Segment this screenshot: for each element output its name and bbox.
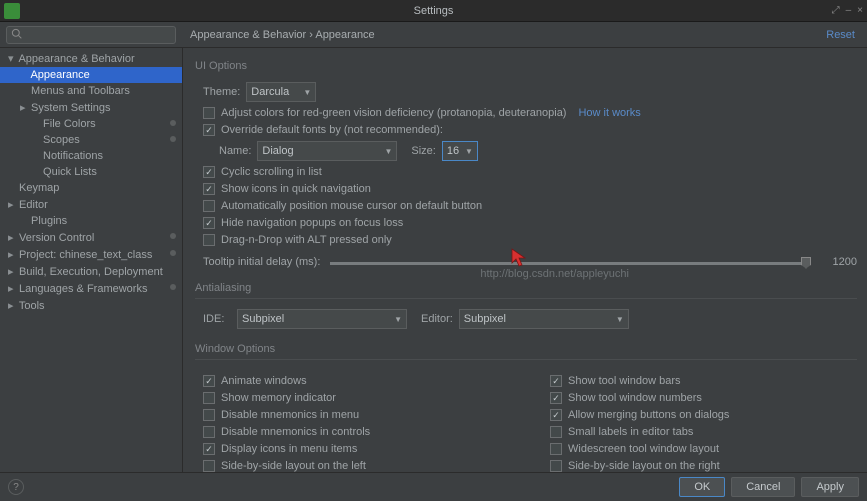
checkbox[interactable] [550, 392, 562, 404]
chevron-down-icon: ▼ [394, 315, 402, 324]
tree-item[interactable]: ▸ Version Control [0, 229, 182, 246]
tree-item[interactable]: File Colors [0, 116, 182, 132]
checkbox[interactable] [203, 392, 215, 404]
checkbox[interactable] [550, 460, 562, 472]
aa-ide-select[interactable]: Subpixel▼ [237, 309, 407, 329]
font-size-label: Size: [411, 145, 435, 157]
checkbox[interactable] [203, 426, 215, 438]
search-icon [11, 28, 22, 42]
pin-icon[interactable]: ⤢ [832, 5, 840, 16]
show-icons-checkbox[interactable] [203, 183, 215, 195]
slider-knob[interactable] [801, 257, 811, 269]
override-fonts-label: Override default fonts by (not recommend… [221, 124, 443, 136]
toolbar: Appearance & Behavior › Appearance Reset [0, 22, 867, 48]
tree-item[interactable]: Menus and Toolbars [0, 83, 182, 99]
checkbox[interactable] [203, 443, 215, 455]
search-input[interactable] [26, 29, 171, 41]
tree-item[interactable]: Appearance [0, 67, 182, 83]
theme-select[interactable]: Darcula▼ [246, 82, 316, 102]
checkbox[interactable] [203, 409, 215, 421]
chevron-down-icon: ▼ [616, 315, 624, 324]
help-icon[interactable]: ? [8, 479, 24, 495]
how-it-works-link[interactable]: How it works [578, 107, 640, 119]
tree-item[interactable]: Keymap [0, 180, 182, 196]
checkbox[interactable] [550, 375, 562, 387]
tree-item[interactable]: ▸ Tools [0, 297, 182, 314]
override-fonts-checkbox[interactable] [203, 124, 215, 136]
tree-item[interactable]: Scopes [0, 132, 182, 148]
font-name-label: Name: [219, 145, 251, 157]
drag-alt-checkbox[interactable] [203, 234, 215, 246]
close-icon[interactable]: × [857, 5, 863, 16]
minimize-icon[interactable]: – [846, 5, 852, 16]
cancel-button[interactable]: Cancel [731, 477, 795, 497]
checkbox[interactable] [203, 460, 215, 472]
titlebar: Settings ⤢ – × [0, 0, 867, 22]
tooltip-delay-label: Tooltip initial delay (ms): [203, 256, 320, 268]
font-name-select[interactable]: Dialog▼ [257, 141, 397, 161]
tree-item[interactable]: ▸ Languages & Frameworks [0, 280, 182, 297]
aa-editor-select[interactable]: Subpixel▼ [459, 309, 629, 329]
aa-editor-label: Editor: [421, 313, 453, 325]
tree-item[interactable]: ▸ Editor [0, 196, 182, 213]
watermark-text: http://blog.csdn.net/appleyuchi [480, 268, 629, 280]
breadcrumb: Appearance & Behavior › Appearance [190, 29, 375, 41]
tree-item[interactable]: ▸ Build, Execution, Deployment [0, 263, 182, 280]
window-title: Settings [414, 5, 454, 17]
tree-item[interactable]: Notifications [0, 148, 182, 164]
section-window-options: Window Options [195, 343, 857, 360]
hide-nav-checkbox[interactable] [203, 217, 215, 229]
cursor-pointer-icon [510, 247, 528, 269]
theme-label: Theme: [203, 86, 240, 98]
settings-tree[interactable]: ▾ Appearance & Behavior Appearance Menus… [0, 48, 183, 472]
checkbox[interactable] [203, 375, 215, 387]
app-icon [4, 3, 20, 19]
chevron-down-icon: ▼ [465, 147, 473, 156]
cyclic-scrolling-checkbox[interactable] [203, 166, 215, 178]
search-field[interactable] [6, 26, 176, 44]
checkbox[interactable] [550, 409, 562, 421]
checkbox[interactable] [550, 443, 562, 455]
ok-button[interactable]: OK [679, 477, 725, 497]
tree-item[interactable]: ▾ Appearance & Behavior [0, 50, 182, 67]
reset-link[interactable]: Reset [826, 29, 855, 41]
chevron-down-icon: ▼ [384, 147, 392, 156]
font-size-select[interactable]: 16▼ [442, 141, 478, 161]
section-ui-options: UI Options [195, 60, 857, 72]
adjust-colors-label: Adjust colors for red-green vision defic… [221, 107, 566, 119]
chevron-down-icon: ▼ [303, 88, 311, 97]
adjust-colors-checkbox[interactable] [203, 107, 215, 119]
window-controls: ⤢ – × [832, 5, 863, 16]
tooltip-delay-value: 1200 [821, 256, 857, 268]
auto-position-checkbox[interactable] [203, 200, 215, 212]
apply-button[interactable]: Apply [801, 477, 859, 497]
tooltip-delay-slider[interactable]: http://blog.csdn.net/appleyuchi [330, 262, 811, 265]
checkbox[interactable] [550, 426, 562, 438]
dialog-footer: ? OK Cancel Apply [0, 472, 867, 501]
tree-item[interactable]: Plugins [0, 213, 182, 229]
tree-item[interactable]: ▸ Project: chinese_text_class [0, 246, 182, 263]
settings-content: UI Options Theme: Darcula▼ Adjust colors… [183, 48, 867, 472]
tree-item[interactable]: Quick Lists [0, 164, 182, 180]
aa-ide-label: IDE: [203, 313, 231, 325]
tree-item[interactable]: ▸ System Settings [0, 99, 182, 116]
section-antialiasing: Antialiasing [195, 282, 857, 299]
